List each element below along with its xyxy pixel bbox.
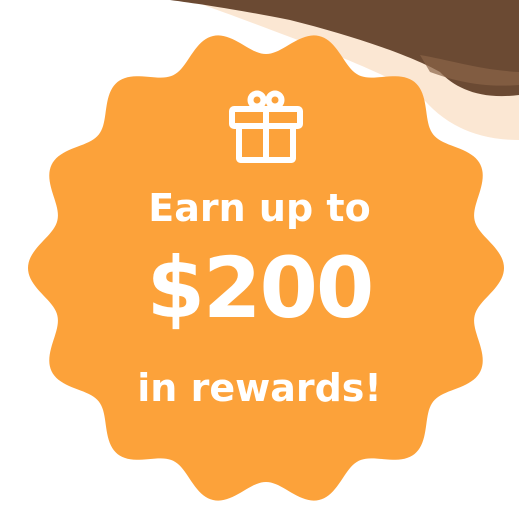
scalloped-badge [28,35,504,501]
badge-shape [28,35,504,501]
rewards-promo-banner: Earn up to $200 in rewards! [0,0,519,510]
